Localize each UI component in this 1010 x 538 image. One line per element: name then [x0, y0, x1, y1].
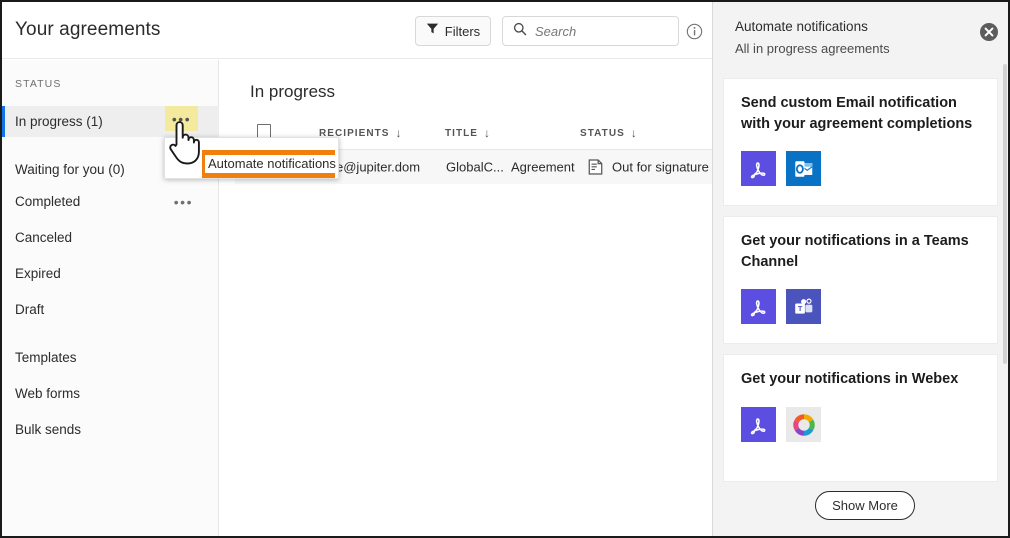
card-icon-group: T — [741, 289, 821, 324]
list-heading: In progress — [250, 82, 336, 101]
search-input[interactable] — [535, 23, 660, 39]
notification-card[interactable]: Get your notifications in Webex — [723, 354, 998, 482]
adobe-acrobat-icon — [741, 151, 776, 186]
sidebar-item-bulk-sends[interactable]: Bulk sends — [2, 414, 219, 445]
sort-arrow-icon: ↓ — [630, 126, 638, 140]
sidebar-item-canceled[interactable]: Canceled — [2, 222, 219, 253]
automate-notifications-panel: Automate notifications All in progress a… — [712, 2, 1008, 536]
card-title: Get your notifications in Webex — [741, 371, 959, 387]
filters-button[interactable]: Filters — [415, 16, 491, 46]
sidebar-item-label: Templates — [15, 350, 77, 365]
column-header-label: STATUS — [580, 127, 625, 139]
menu-item-label: Automate notifications — [205, 155, 338, 173]
card-icon-group — [741, 151, 821, 186]
adobe-acrobat-icon — [741, 407, 776, 442]
show-more-label: Show More — [832, 498, 898, 513]
notification-card[interactable]: Get your notifications in a Teams Channe… — [723, 216, 998, 344]
microsoft-teams-icon: T — [786, 289, 821, 324]
adobe-acrobat-icon — [741, 289, 776, 324]
card-title: Send custom Email notification with your… — [741, 95, 973, 132]
completed-overflow-menu-icon[interactable]: ••• — [174, 195, 193, 209]
sidebar: STATUS In progress (1) Waiting for you (… — [2, 60, 219, 536]
panel-title: Automate notifications — [735, 19, 868, 34]
main-area: Your agreements Filters Search STATUS In… — [2, 2, 712, 536]
info-circle-icon[interactable] — [686, 23, 703, 40]
sidebar-item-label: Web forms — [15, 386, 81, 401]
in-progress-overflow-menu-icon[interactable]: ••• — [165, 106, 198, 131]
sort-arrow-icon: ↓ — [484, 126, 492, 140]
card-title: Get your notifications in a Teams Channe… — [741, 233, 969, 270]
notification-card[interactable]: Send custom Email notification with your… — [723, 78, 998, 206]
panel-subtitle: All in progress agreements — [735, 41, 890, 56]
sidebar-item-completed[interactable]: Completed ••• — [2, 186, 219, 217]
sidebar-item-label: In progress (1) — [15, 114, 103, 129]
column-header-title[interactable]: TITLE ↓ — [445, 126, 491, 140]
funnel-icon — [426, 22, 439, 40]
microsoft-outlook-icon — [786, 151, 821, 186]
sidebar-section-label: STATUS — [15, 78, 62, 90]
cell-title: Agreement — [511, 159, 575, 175]
column-header-status[interactable]: STATUS ↓ — [580, 126, 638, 140]
sidebar-item-expired[interactable]: Expired — [2, 258, 219, 289]
card-icon-group — [741, 407, 821, 442]
sidebar-item-web-forms[interactable]: Web forms — [2, 378, 219, 409]
document-lines-icon — [587, 159, 604, 176]
cell-recipients: e@jupiter.dom — [336, 159, 421, 175]
agreements-list-panel: In progress RECIPIENTS ↓ TITLE ↓ STATUS … — [220, 60, 712, 536]
close-circle-icon[interactable] — [979, 22, 999, 42]
cell-status: Out for signature — [612, 159, 709, 175]
sort-arrow-icon: ↓ — [395, 126, 403, 140]
panel-header: Automate notifications All in progress a… — [713, 2, 1008, 64]
sidebar-item-templates[interactable]: Templates — [2, 342, 219, 373]
overflow-dots-glyph: ••• — [171, 110, 192, 127]
sidebar-item-label: Bulk sends — [15, 422, 82, 437]
search-box[interactable] — [502, 16, 679, 46]
column-header-label: TITLE — [445, 127, 479, 139]
select-all-checkbox[interactable] — [257, 124, 271, 138]
webex-icon — [786, 407, 821, 442]
page-title: Your agreements — [15, 19, 161, 40]
sidebar-item-label: Draft — [15, 302, 45, 317]
cell-recipients-secondary: GlobalC... — [446, 159, 504, 175]
panel-scrollbar[interactable] — [1003, 64, 1007, 364]
app-screen: Your agreements Filters Search STATUS In… — [0, 0, 1010, 538]
sidebar-item-label: Waiting for you (0) — [15, 162, 125, 177]
menu-item-automate-notifications[interactable]: Automate notifications — [202, 150, 338, 178]
sidebar-item-label: Canceled — [15, 230, 73, 245]
svg-text:T: T — [797, 304, 802, 313]
sidebar-item-label: Expired — [15, 266, 61, 281]
show-more-button[interactable]: Show More — [815, 491, 915, 520]
search-icon — [513, 22, 527, 41]
sidebar-item-draft[interactable]: Draft — [2, 294, 219, 325]
top-header-bar: Your agreements Filters — [2, 2, 712, 59]
sidebar-item-label: Completed — [15, 194, 81, 209]
filters-label: Filters — [444, 23, 481, 39]
